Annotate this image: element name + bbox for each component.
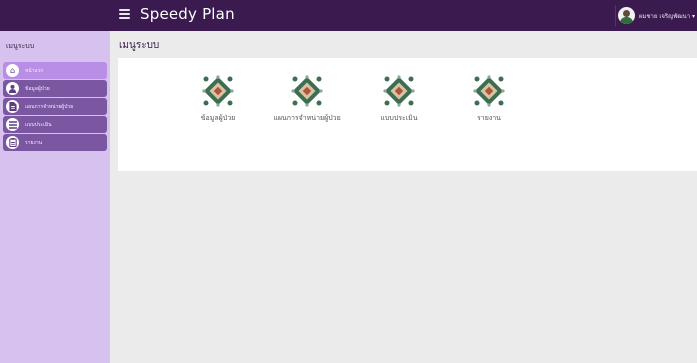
sidebar-item-label: หน้าแรก <box>25 67 44 74</box>
menu-tile-assessment[interactable]: แบบประเมิน <box>354 75 444 124</box>
menu-tile-patient-info[interactable]: ข้อมูลผู้ป่วย <box>173 75 263 124</box>
navbar-divider <box>615 5 616 26</box>
app-root: Speedy Plan ผมชาย เจริญพัฒนา ▾ เมนูระบบ … <box>0 0 697 363</box>
menu-card: ข้อมูลผู้ป่วย แผนการจำหน่ายผู้ป่วย แบบปร… <box>118 58 697 171</box>
page-title: เมนูระบบ <box>119 40 160 51</box>
sidebar-item-label: ข้อมูลผู้ป่วย <box>25 85 50 92</box>
sidebar-menu: ⌂ หน้าแรก ข้อมูลผู้ป่วย แผนการจำหน่ายผู้… <box>3 62 107 152</box>
menu-tile-label: รายงาน <box>477 114 501 122</box>
avatar <box>618 7 635 24</box>
sidebar-item-label: แผนการจำหน่ายผู้ป่วย <box>25 103 74 110</box>
report-icon <box>6 136 19 149</box>
sidebar: เมนูระบบ ⌂ หน้าแรก ข้อมูลผู้ป่วย แผนการจ… <box>0 31 110 363</box>
hamburger-menu-icon[interactable] <box>119 9 130 19</box>
top-navbar: Speedy Plan ผมชาย เจริญพัฒนา ▾ <box>0 0 697 31</box>
menu-tile-report[interactable]: รายงาน <box>444 75 534 124</box>
app-title: Speedy Plan <box>140 5 235 23</box>
menu-tile-label: แผนการจำหน่ายผู้ป่วย <box>273 114 341 122</box>
user-icon <box>6 82 19 95</box>
file-icon <box>6 100 19 113</box>
user-name: ผมชาย เจริญพัฒนา ▾ <box>639 12 696 20</box>
navbar-brand-area <box>0 0 110 31</box>
sidebar-heading: เมนูระบบ <box>6 42 35 50</box>
menu-tile-label: แบบประเมิน <box>380 114 418 122</box>
menu-tile-discharge-plan[interactable]: แผนการจำหน่ายผู้ป่วย <box>262 75 352 124</box>
sidebar-item-patient-info[interactable]: ข้อมูลผู้ป่วย <box>3 80 107 97</box>
sidebar-item-report[interactable]: รายงาน <box>3 134 107 151</box>
ornament-icon <box>473 75 505 107</box>
ornament-icon <box>291 75 323 107</box>
home-icon: ⌂ <box>6 64 19 77</box>
ornament-icon <box>383 75 415 107</box>
sidebar-item-discharge-plan[interactable]: แผนการจำหน่ายผู้ป่วย <box>3 98 107 115</box>
sidebar-item-assessment[interactable]: แบบประเมิน <box>3 116 107 133</box>
ornament-icon <box>202 75 234 107</box>
sidebar-item-home[interactable]: ⌂ หน้าแรก <box>3 62 107 79</box>
list-icon <box>6 118 19 131</box>
sidebar-item-label: แบบประเมิน <box>25 121 52 128</box>
menu-tile-label: ข้อมูลผู้ป่วย <box>200 114 236 122</box>
sidebar-item-label: รายงาน <box>25 139 43 146</box>
user-menu[interactable]: ผมชาย เจริญพัฒนา ▾ <box>615 0 697 31</box>
